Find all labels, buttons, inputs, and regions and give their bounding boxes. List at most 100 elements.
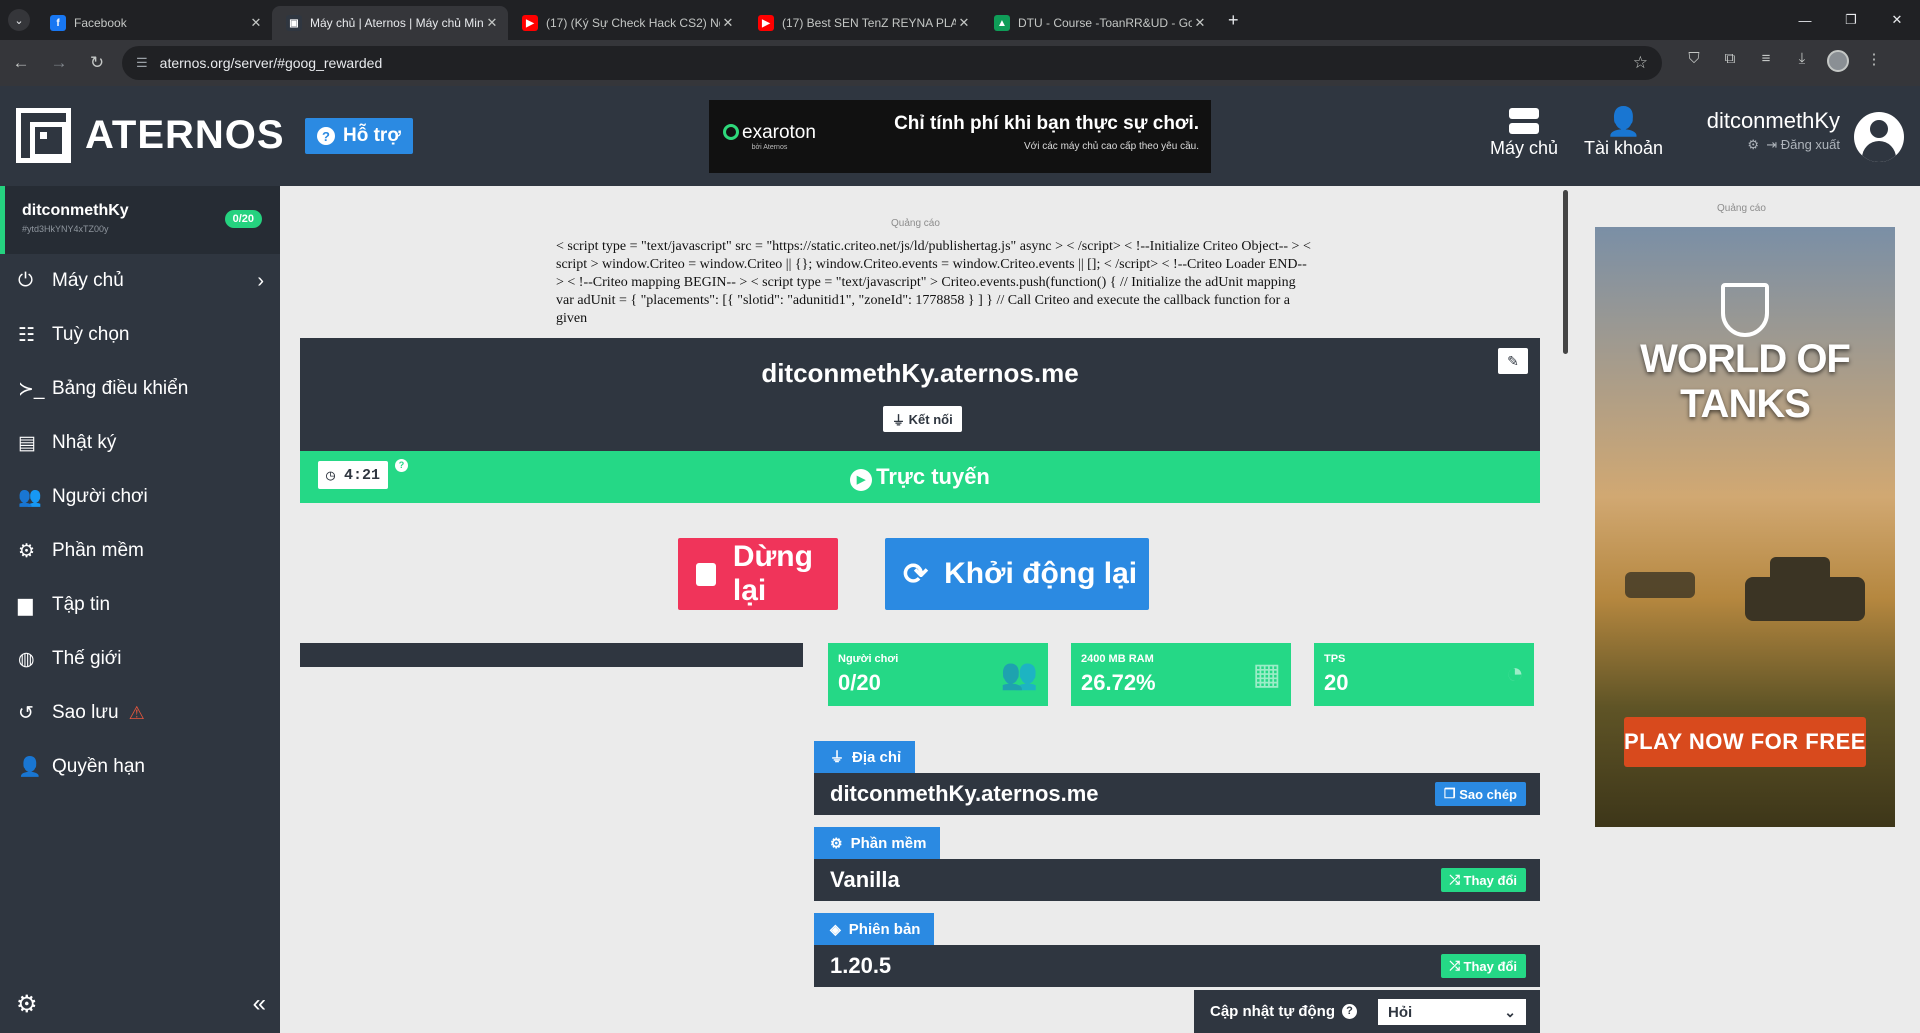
tab-close-icon[interactable]: ✕ <box>484 15 500 31</box>
logout-link[interactable]: ⇥ Đăng xuất <box>1766 137 1840 152</box>
sidebar-item[interactable]: ◍ Thế giới <box>0 632 280 686</box>
bookmark-star-icon[interactable]: ☆ <box>1633 53 1648 73</box>
warning-icon: ⚠ <box>128 702 145 723</box>
user-avatar[interactable] <box>1854 112 1904 162</box>
nav-account[interactable]: 👤 Tài khoản <box>1584 104 1663 159</box>
software-row: Vanilla ⤮ Thay đổi <box>814 859 1540 901</box>
sync-icon: ⟳ <box>903 557 929 591</box>
copy-button[interactable]: ❐ Sao chép <box>1434 782 1526 806</box>
sidebar-item[interactable]: ☷ Tuỳ chọn <box>0 308 280 362</box>
gauge-icon: ◔ <box>1505 657 1524 690</box>
auto-update-row: Cập nhật tự động ? Hỏi ⌄ <box>1194 990 1540 1033</box>
server-card[interactable]: ditconmethKy #ytd3HkYNY4xTZ00y 0/20 <box>0 186 280 254</box>
sidebar-item[interactable]: ≻_ Bảng điều khiển <box>0 362 280 416</box>
sidebar-item-label: Thế giới <box>52 648 122 669</box>
address-bar[interactable]: ☰ aternos.org/server/#goog_rewarded ☆ <box>122 46 1662 80</box>
sidebar-item-label: Sao lưu <box>52 702 119 723</box>
tank-image <box>1745 577 1865 621</box>
settings-small-icon[interactable]: ⚙ <box>1747 137 1759 152</box>
sidebar-item[interactable]: ⚙ Phần mềm <box>0 524 280 578</box>
settings-gear-icon[interactable]: ⚙ <box>16 990 38 1019</box>
tab-close-icon[interactable]: ✕ <box>956 15 972 31</box>
sidebar-item-label: Tập tin <box>52 594 111 615</box>
plug-icon: ⏚ <box>892 412 906 428</box>
username: ditconmethKy <box>1706 108 1840 133</box>
new-tab-button[interactable]: + <box>1228 10 1239 31</box>
extensions-icon[interactable]: ⧉ <box>1712 50 1748 76</box>
status-text: Trực tuyến <box>876 464 990 489</box>
change-software-button[interactable]: ⤮ Thay đổi <box>1440 868 1526 892</box>
sidebar-item[interactable]: ▆ Tập tin <box>0 578 280 632</box>
minimize-button[interactable]: — <box>1782 0 1828 40</box>
change-version-button[interactable]: ⤮ Thay đổi <box>1440 954 1526 978</box>
reload-button[interactable]: ↻ <box>80 46 114 80</box>
address-value: ditconmethKy.aternos.me <box>830 781 1099 806</box>
tab-search-button[interactable]: ⌄ <box>8 9 30 31</box>
tab-close-icon[interactable]: ✕ <box>1192 15 1208 31</box>
sidebar-item[interactable]: ▤ Nhật ký <box>0 416 280 470</box>
collapse-sidebar-icon[interactable]: « <box>253 990 266 1019</box>
stat-tps-label: TPS <box>1324 653 1346 665</box>
sidebar-item[interactable]: 👥 Người chơi <box>0 470 280 524</box>
status-bar: ◷ 4:21 ? ▶ Trực tuyến <box>300 451 1540 503</box>
browser-tab[interactable]: ▶ (17) Best SEN TenZ REYNA PLAYS ...✕ <box>744 6 980 40</box>
auto-update-select[interactable]: Hỏi ⌄ <box>1378 999 1526 1025</box>
folder-icon: ▆ <box>18 594 33 616</box>
tab-title: (17) Best SEN TenZ REYNA PLAYS ... <box>782 16 956 30</box>
stat-ram: 2400 MB RAM 26.72% ▦ <box>1071 643 1291 706</box>
exaroton-sub: bởi Aternos <box>751 144 788 151</box>
stop-button[interactable]: Dừng lại <box>678 538 838 610</box>
browser-tab[interactable]: ▣ Máy chủ | Aternos | Máy chủ Minecraft m… <box>272 6 508 40</box>
sidebar-item[interactable]: ⏻ Máy chủ › <box>0 254 280 308</box>
forward-button[interactable]: → <box>42 46 76 80</box>
help-label: Hỗ trợ <box>343 125 401 146</box>
browser-menu-icon[interactable]: ⋮ <box>1856 50 1892 76</box>
nav-server[interactable]: Máy chủ <box>1490 104 1558 159</box>
content-scrollbar[interactable] <box>1563 190 1568 354</box>
tab-close-icon[interactable]: ✕ <box>720 15 736 31</box>
download-icon[interactable]: ⤓ <box>1784 50 1820 76</box>
restore-button[interactable]: ❐ <box>1828 0 1874 40</box>
restart-button[interactable]: ⟳ Khởi động lại <box>885 538 1149 610</box>
help-button[interactable]: ? Hỗ trợ <box>305 118 413 154</box>
close-window-button[interactable]: ✕ <box>1874 0 1920 40</box>
auto-update-help-icon[interactable]: ? <box>1342 1004 1358 1019</box>
address-tab: ⏚ Địa chỉ <box>814 741 916 773</box>
site-info-icon[interactable]: ☰ <box>136 55 148 71</box>
stat-tps-value: 20 <box>1324 670 1349 695</box>
browser-tab[interactable]: ▶ (17) (Ký Sự Check Hack CS2) Ngày ...✕ <box>508 6 744 40</box>
aternos-logo[interactable]: ATERNOS <box>16 108 285 163</box>
exaroton-banner-ad[interactable]: exaroton bởi Aternos Chỉ tính phí khi bạ… <box>709 100 1211 173</box>
tab-close-icon[interactable]: ✕ <box>248 15 264 31</box>
shuffle-icon: ⤮ <box>1449 958 1460 973</box>
copy-icon: ❐ <box>1443 786 1456 801</box>
stat-ram-label: 2400 MB RAM <box>1081 653 1154 665</box>
back-button[interactable]: ← <box>4 46 38 80</box>
world-of-tanks-ad[interactable]: WORLD OF TANKS PLAY NOW FOR FREE <box>1595 227 1895 827</box>
browser-tab[interactable]: ▲ DTU - Course -ToanRR&UD - Google ...✕ <box>980 6 1216 40</box>
pencil-icon: ✎ <box>1507 352 1519 369</box>
stat-players: Người chơi 0/20 👥 <box>828 643 1048 706</box>
stop-square-icon <box>696 562 716 586</box>
wot-title: WORLD OF TANKS <box>1640 337 1851 426</box>
tab-favicon-icon: ▣ <box>286 15 302 31</box>
play-now-button[interactable]: PLAY NOW FOR FREE <box>1624 717 1866 767</box>
log-preview-bar[interactable] <box>300 643 803 667</box>
exaroton-ring-icon <box>723 124 739 140</box>
browser-tab[interactable]: f Facebook ✕ <box>36 6 272 40</box>
media-control-icon[interactable]: ≡ <box>1748 50 1784 76</box>
main-content: Quảng cáo < script type = "text/javascri… <box>280 186 1570 1033</box>
profile-avatar-icon[interactable] <box>1820 50 1856 76</box>
connect-button[interactable]: ⏚ Kết nối <box>883 406 962 432</box>
sidebar-item[interactable]: 👤 Quyền hạn <box>0 740 280 794</box>
shuffle-icon: ⤮ <box>1449 872 1460 887</box>
chevron-down-icon: ⌄ <box>1504 1003 1516 1020</box>
extension-shield-icon[interactable]: ⛉ <box>1676 50 1712 76</box>
window-controls: — ❐ ✕ <box>1782 0 1920 40</box>
sidebar-item[interactable]: ↺ Sao lưu ⚠ <box>0 686 280 740</box>
user-gear-icon: 👤 <box>1606 105 1641 137</box>
version-row: 1.20.5 ⤮ Thay đổi <box>814 945 1540 987</box>
edit-address-button[interactable]: ✎ <box>1498 348 1528 374</box>
memory-icon: ▦ <box>1252 658 1281 691</box>
play-circle-icon: ▶ <box>850 469 873 491</box>
